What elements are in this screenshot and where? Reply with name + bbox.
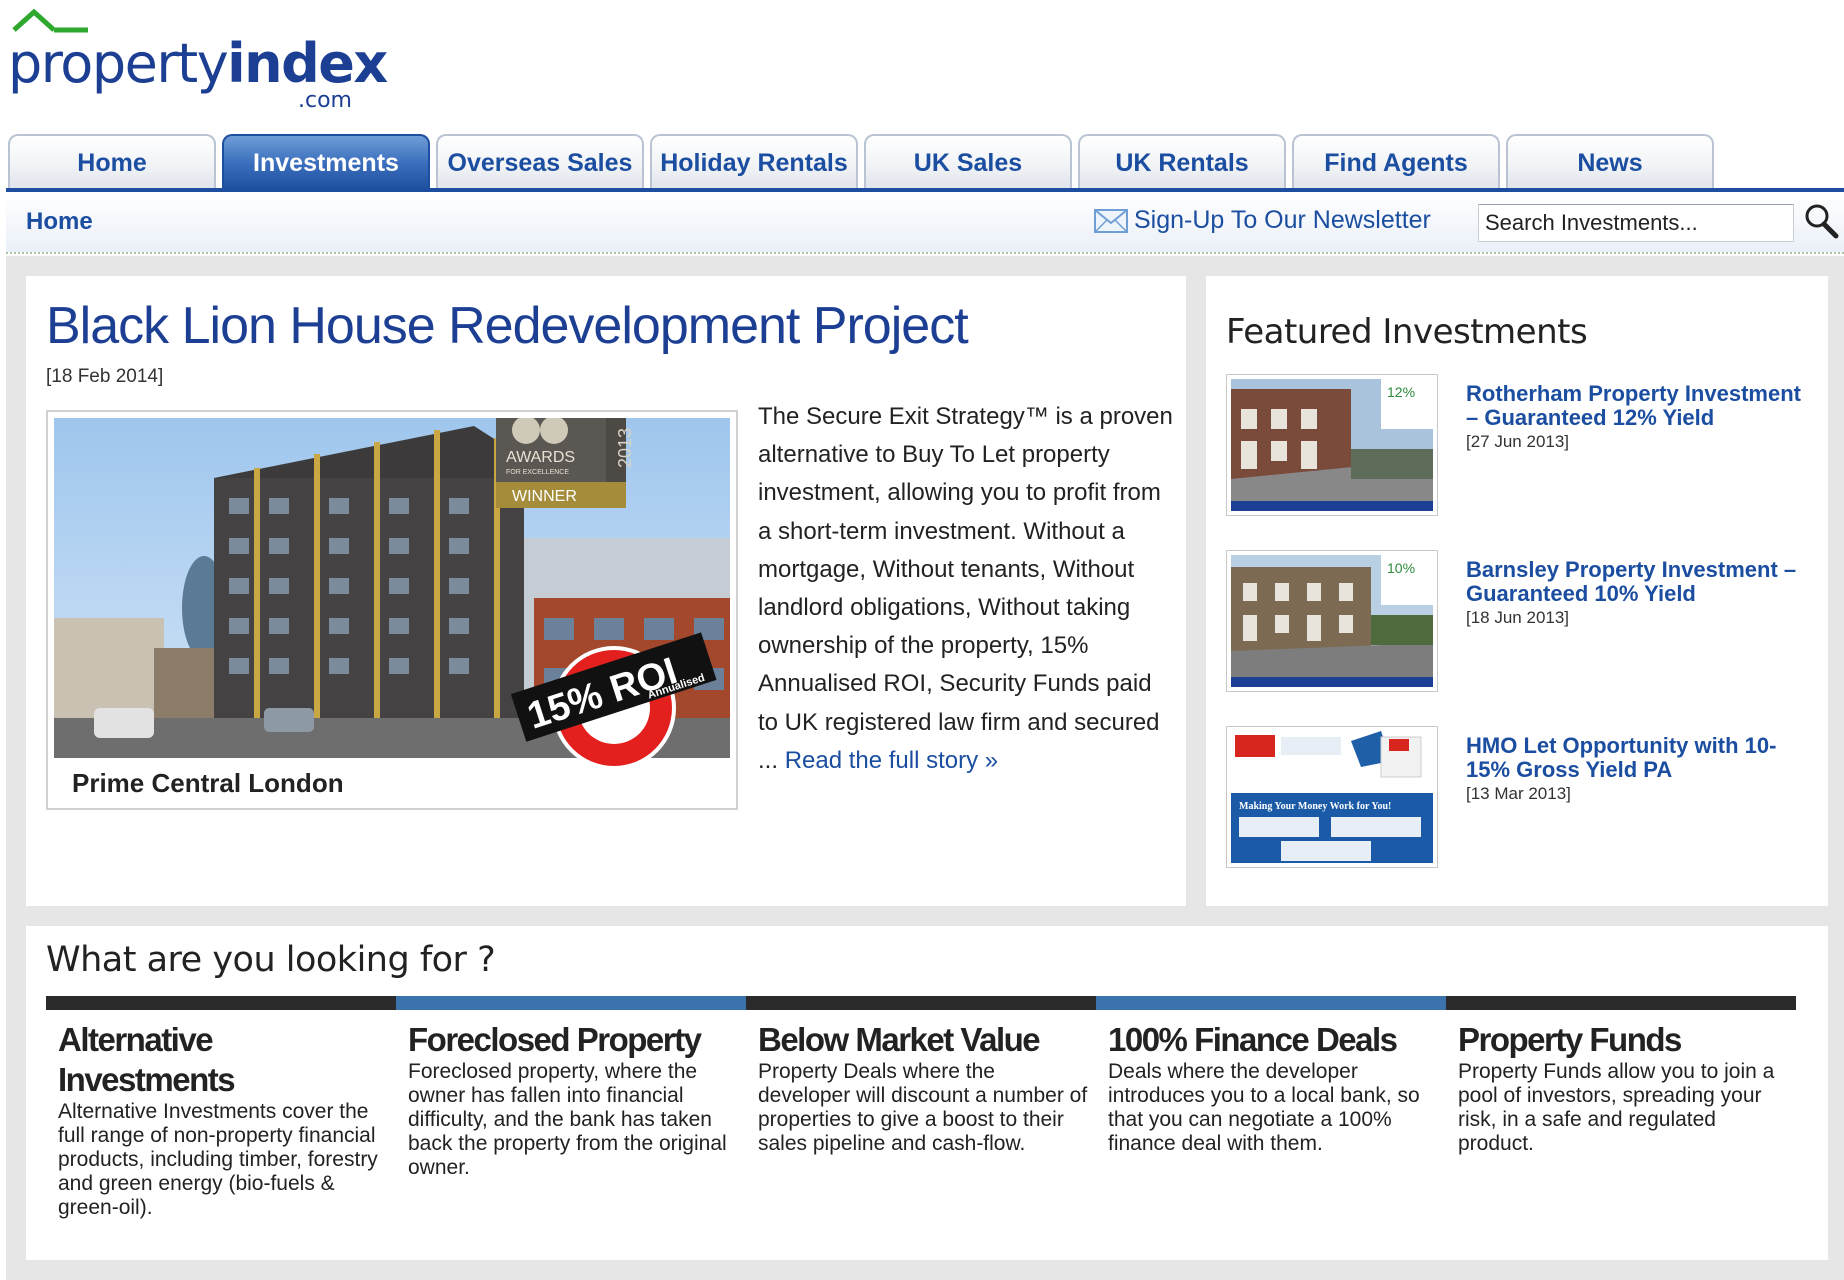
looking-for-title: What are you looking for ? — [46, 940, 496, 980]
tab-overseas-sales[interactable]: Overseas Sales — [436, 134, 644, 190]
tab-home[interactable]: Home — [8, 134, 216, 190]
image-caption: Prime Central London — [72, 768, 344, 798]
award-line2: FOR EXCELLENCE — [506, 469, 569, 476]
featured-item-date: [13 Mar 2013] — [1466, 784, 1571, 803]
logo-part-property: property — [8, 32, 229, 95]
article-summary: The Secure Exit Strategy™ is a proven al… — [758, 398, 1178, 780]
category-bar — [746, 996, 1096, 1010]
featured-item: 10% Barnsley Property Investment – Guara… — [1226, 550, 1816, 696]
featured-item-title[interactable]: Rotherham Property Investment – Guarante… — [1466, 382, 1816, 430]
featured-item: Making Your Money Work for You! HMO Let … — [1226, 726, 1816, 872]
article-body: The Secure Exit Strategy™ is a proven al… — [758, 403, 1173, 774]
featured-thumbnail[interactable]: 10% — [1226, 550, 1438, 692]
logo-suffix: .com — [298, 88, 352, 113]
featured-item-title[interactable]: Barnsley Property Investment – Guarantee… — [1466, 558, 1816, 606]
search-input[interactable] — [1478, 204, 1794, 242]
breadcrumb-home[interactable]: Home — [26, 208, 93, 236]
main-nav: Home Investments Overseas Sales Holiday … — [0, 132, 1844, 192]
site-logo[interactable]: propertyindex .com — [8, 8, 388, 113]
category-100-finance-deals[interactable]: 100% Finance Deals Deals where the devel… — [1096, 996, 1446, 1246]
category-property-funds[interactable]: Property Funds Property Funds allow you … — [1446, 996, 1796, 1246]
featured-thumbnail[interactable]: 12% — [1226, 374, 1438, 516]
logo-part-index: index — [227, 32, 388, 95]
envelope-icon — [1094, 208, 1128, 233]
category-description: Deals where the developer introduces you… — [1108, 1060, 1420, 1155]
read-more-link[interactable]: Read the full story » — [785, 747, 998, 774]
featured-item-title[interactable]: HMO Let Opportunity with 10-15% Gross Yi… — [1466, 734, 1816, 782]
featured-item-date: [18 Jun 2013] — [1466, 608, 1570, 627]
featured-thumbnail[interactable]: Making Your Money Work for You! — [1226, 726, 1438, 868]
category-heading: Below Market Value — [758, 1021, 1041, 1058]
thumbnail-badge: 12% — [1387, 384, 1415, 400]
category-heading: Property Funds — [1458, 1021, 1682, 1058]
search-icon[interactable] — [1802, 202, 1840, 240]
tab-investments[interactable]: Investments — [222, 134, 430, 190]
category-description: Property Deals where the developer will … — [758, 1060, 1088, 1155]
tab-holiday-rentals[interactable]: Holiday Rentals — [650, 134, 858, 190]
article-title[interactable]: Black Lion House Redevelopment Project — [46, 296, 969, 356]
category-below-market-value[interactable]: Below Market Value Property Deals where … — [746, 996, 1096, 1246]
article-card: Black Lion House Redevelopment Project [… — [26, 276, 1186, 906]
newsletter-label: Sign-Up To Our Newsletter — [1134, 206, 1431, 234]
tab-find-agents[interactable]: Find Agents — [1292, 134, 1500, 190]
featured-investments: Featured Investments 12% Rotherham Prope… — [1206, 276, 1828, 906]
article-date: [18 Feb 2014] — [46, 366, 164, 387]
featured-item-date: [27 Jun 2013] — [1466, 432, 1570, 451]
featured-item: 12% Rotherham Property Investment – Guar… — [1226, 374, 1816, 520]
tab-uk-rentals[interactable]: UK Rentals — [1078, 134, 1286, 190]
award-line3: WINNER — [512, 488, 577, 505]
tab-news[interactable]: News — [1506, 134, 1714, 190]
category-alternative-investments[interactable]: Alternative Investments Alternative Inve… — [46, 996, 396, 1246]
category-foreclosed-property[interactable]: Foreclosed Property Foreclosed property,… — [396, 996, 746, 1246]
award-year: 2013 — [615, 428, 635, 468]
award-line1: AWARDS — [506, 449, 575, 466]
thumbnail-street-image: 12% — [1231, 379, 1433, 511]
thumbnail-badge: 10% — [1387, 560, 1415, 576]
category-heading: Alternative Investments — [58, 1021, 236, 1098]
newsletter-link[interactable]: Sign-Up To Our Newsletter — [1094, 206, 1431, 235]
building-illustration: 2013 AWARDS FOR EXCELLENCE WINNER 15% RO… — [54, 416, 730, 802]
category-bar — [396, 996, 746, 1010]
logo-wordmark: propertyindex — [8, 32, 388, 95]
thumbnail-badge: Making Your Money Work for You! — [1239, 801, 1391, 812]
category-bar — [1096, 996, 1446, 1010]
category-bar — [46, 996, 396, 1010]
category-heading: 100% Finance Deals — [1108, 1021, 1398, 1058]
thumbnail-flyer-image: Making Your Money Work for You! — [1231, 731, 1433, 863]
tab-uk-sales[interactable]: UK Sales — [864, 134, 1072, 190]
looking-for-section: What are you looking for ? Alternative I… — [26, 926, 1828, 1260]
category-heading: Foreclosed Property — [408, 1021, 702, 1058]
category-description: Property Funds allow you to join a pool … — [1458, 1060, 1775, 1155]
featured-title: Featured Investments — [1226, 312, 1588, 352]
article-image[interactable]: 2013 AWARDS FOR EXCELLENCE WINNER 15% RO… — [46, 410, 738, 810]
sub-bar: Home Sign-Up To Our Newsletter — [6, 192, 1844, 254]
category-description: Foreclosed property, where the owner has… — [408, 1060, 727, 1179]
thumbnail-street-image: 10% — [1231, 555, 1433, 687]
category-description: Alternative Investments cover the full r… — [58, 1100, 378, 1219]
category-bar — [1446, 996, 1796, 1010]
